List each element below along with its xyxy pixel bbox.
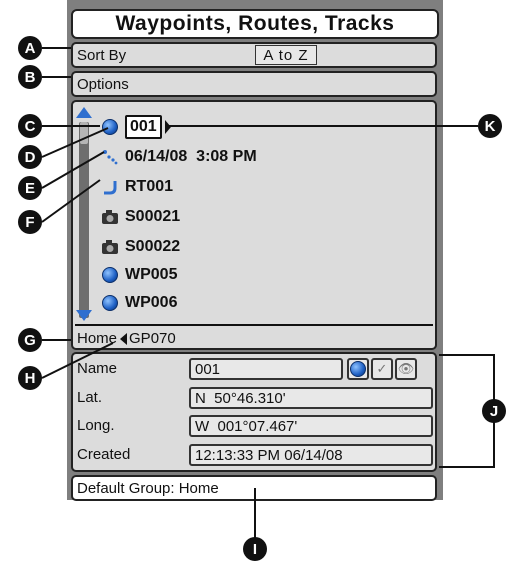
callout-i: I [243, 537, 267, 561]
callout-lines [41, 47, 495, 538]
callout-f: F [18, 210, 42, 234]
callout-b: B [18, 65, 42, 89]
callout-h: H [18, 366, 42, 390]
callout-d: D [18, 145, 42, 169]
callout-k: K [478, 114, 502, 138]
callout-e: E [18, 176, 42, 200]
callout-a: A [18, 36, 42, 60]
callout-c: C [18, 114, 42, 138]
callout-j: J [482, 399, 506, 423]
callout-g: G [18, 328, 42, 352]
